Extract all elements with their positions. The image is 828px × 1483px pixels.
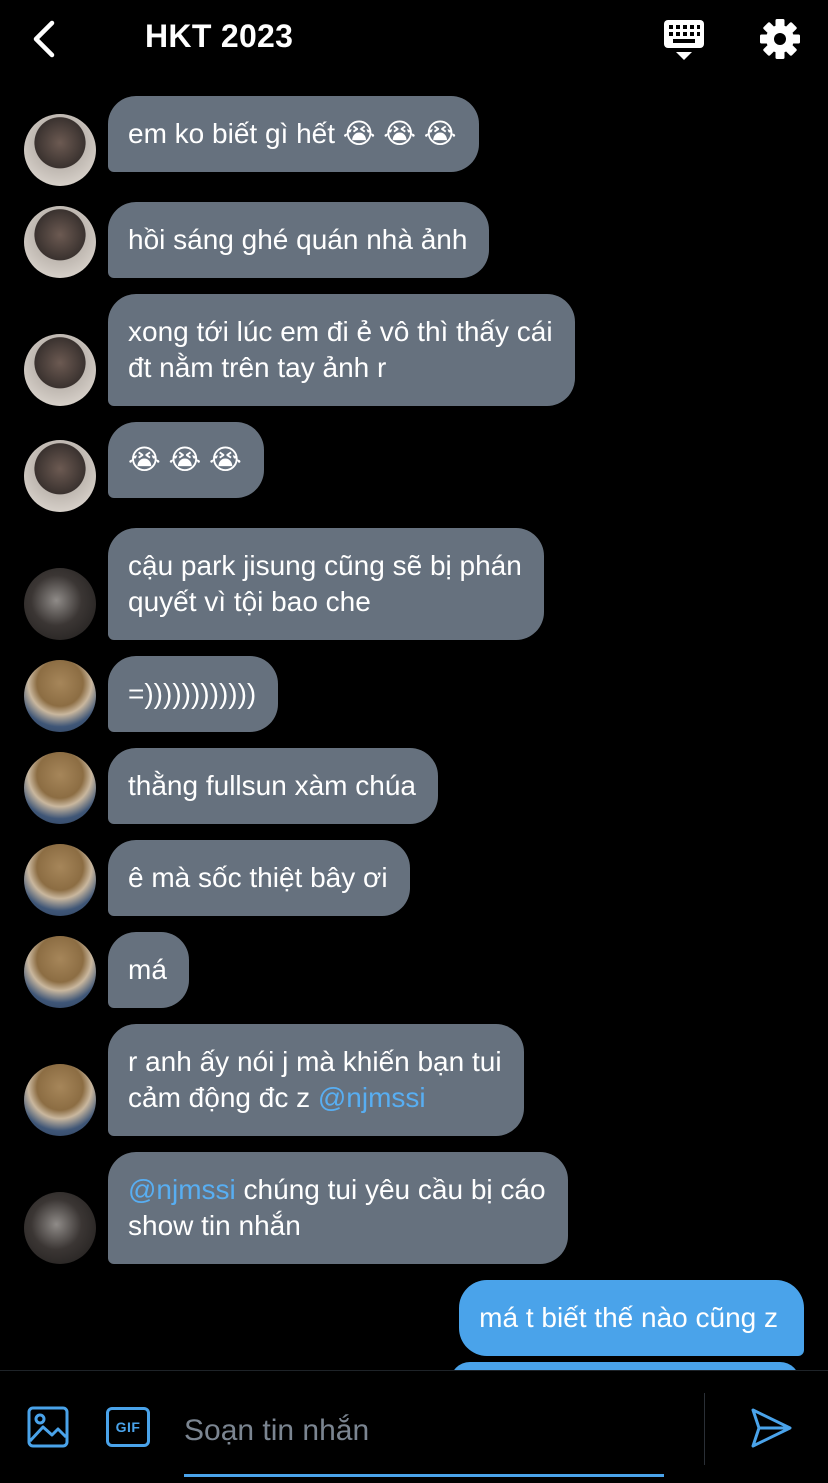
message-input[interactable] [184,1395,664,1467]
avatar[interactable] [24,936,96,1008]
message-bubble[interactable]: thằng fullsun xàm chúa [108,748,438,824]
message-bubble[interactable]: 😭 😭 😭 [108,422,264,498]
mention-link[interactable]: @njmssi [318,1082,426,1113]
message-bubble-outgoing[interactable]: má t biết thế nào cũng z [459,1280,804,1356]
chevron-left-icon [33,20,55,58]
message-bubble[interactable]: em ko biết gì hết 😭 😭 😭 [108,96,479,172]
message-input-wrapper [184,1395,664,1477]
attach-image-button[interactable] [26,1405,70,1449]
message-bubble[interactable]: ê mà sốc thiệt bây ơi [108,840,410,916]
gif-button[interactable]: GIF [106,1407,150,1447]
send-button[interactable] [748,1405,794,1451]
message-text: r anh ấy nói j mà khiến bạn tui cảm động… [128,1046,502,1113]
avatar[interactable] [24,114,96,186]
avatar[interactable] [24,1192,96,1264]
avatar[interactable] [24,334,96,406]
image-icon [27,1406,69,1448]
message-bubble[interactable]: @njmssi chúng tui yêu cầu bị cáo show ti… [108,1152,568,1264]
avatar[interactable] [24,206,96,278]
mention-link[interactable]: @njmssi [128,1174,236,1205]
keyboard-toggle-button[interactable] [660,14,708,64]
avatar[interactable] [24,752,96,824]
conversation-title: HKT 2023 [145,18,294,54]
gif-icon: GIF [115,1419,141,1435]
settings-button[interactable] [756,14,804,64]
avatar[interactable] [24,660,96,732]
message-composer: GIF [0,1370,828,1483]
message-bubble[interactable]: r anh ấy nói j mà khiến bạn tui cảm động… [108,1024,524,1136]
message-bubble[interactable]: =)))))))))))) [108,656,279,732]
keyboard-icon [664,20,704,60]
chat-header: HKT 2023 [0,0,828,80]
gear-icon [760,19,800,59]
back-button[interactable] [22,14,66,64]
message-list[interactable]: em ko biết gì hết 😭 😭 😭 hồi sáng ghé quá… [0,80,828,1370]
message-bubble[interactable]: hồi sáng ghé quán nhà ảnh [108,202,490,278]
avatar[interactable] [24,568,96,640]
message-bubble[interactable]: má [108,932,189,1008]
avatar[interactable] [24,1064,96,1136]
message-bubble[interactable]: cậu park jisung cũng sẽ bị phán quyết vì… [108,528,544,640]
send-icon [751,1408,792,1448]
message-bubble[interactable]: xong tới lúc em đi ẻ vô thì thấy cái đt … [108,294,575,406]
avatar[interactable] [24,440,96,512]
avatar[interactable] [24,844,96,916]
composer-divider [704,1393,705,1465]
